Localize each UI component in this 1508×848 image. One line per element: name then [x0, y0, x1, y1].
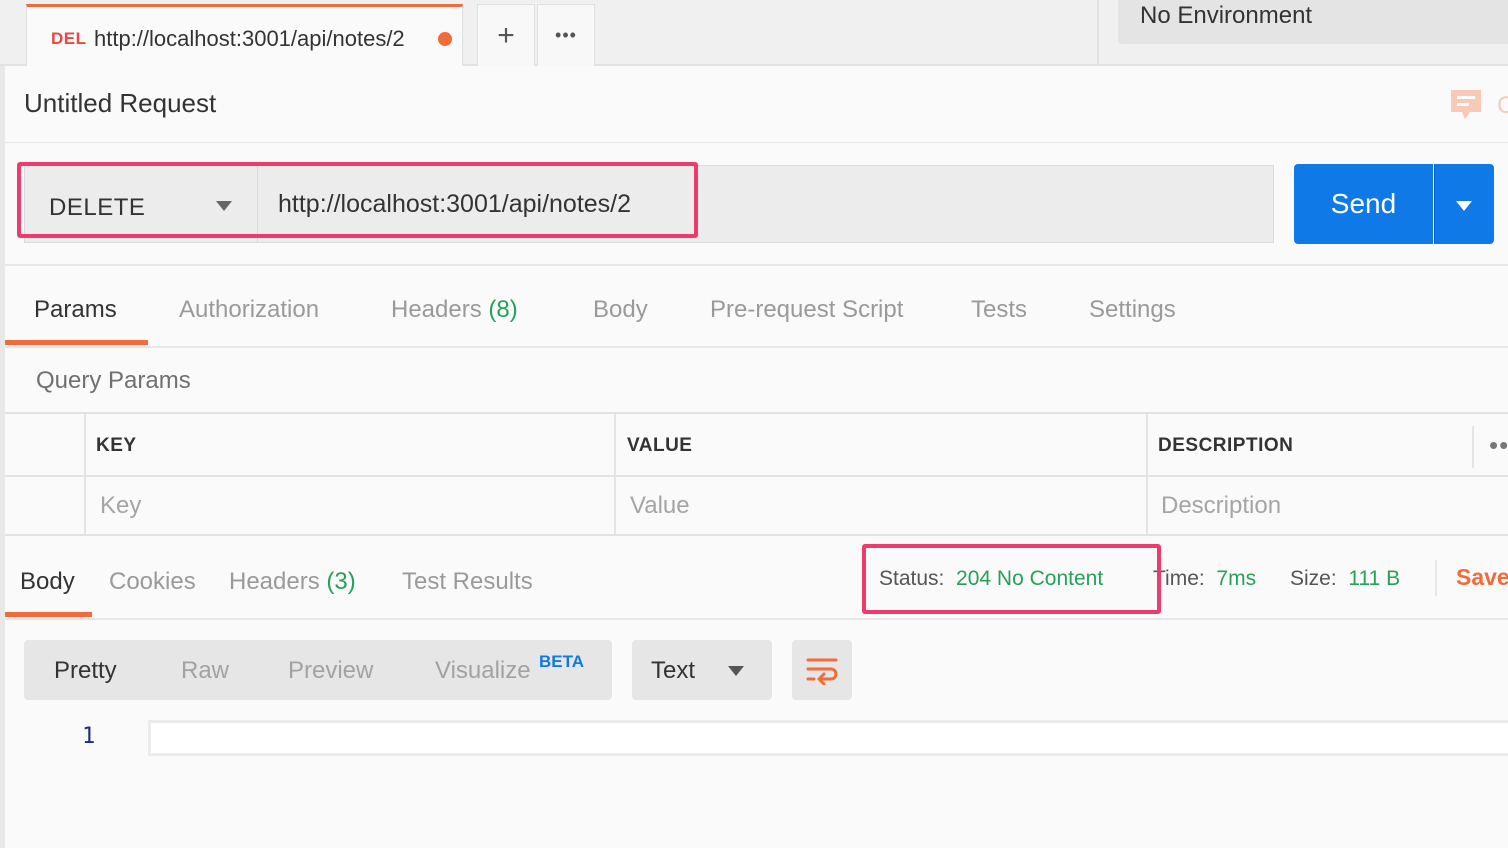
divider: [1435, 560, 1437, 596]
divider: [5, 264, 1508, 266]
unsaved-indicator-dot: [438, 32, 452, 46]
tab-authorization-label: Authorization: [179, 296, 320, 323]
more-horizontal-icon[interactable]: ••: [1489, 430, 1508, 461]
environment-select-label: No Environment: [1140, 2, 1313, 29]
response-tab-cookies[interactable]: Cookies: [109, 568, 196, 596]
response-tab-test-results-label: Test Results: [402, 568, 533, 595]
value-input[interactable]: Value: [630, 492, 690, 520]
plus-icon: +: [497, 18, 515, 52]
divider: [5, 346, 1508, 348]
query-params-table: KEY VALUE DESCRIPTION •• Key Value Descr…: [5, 412, 1508, 536]
description-input[interactable]: Description: [1161, 492, 1281, 520]
view-mode-pretty[interactable]: Pretty: [54, 657, 117, 685]
response-tab-body-label: Body: [20, 568, 75, 595]
tab-tests-label: Tests: [971, 296, 1028, 323]
view-mode-visualize[interactable]: Visualize: [435, 657, 531, 685]
tab-method-badge: DEL: [51, 29, 87, 48]
send-options-button[interactable]: [1434, 164, 1494, 244]
active-tab-indicator: [5, 612, 92, 617]
caret-down-icon: [728, 666, 744, 676]
column-divider: [614, 414, 616, 536]
tab-params-label: Params: [34, 296, 117, 323]
query-params-title: Query Params: [36, 367, 191, 394]
response-body-editor[interactable]: [148, 720, 1508, 756]
column-divider: [1472, 426, 1474, 468]
tab-pre-request-script[interactable]: Pre-request Script: [710, 296, 903, 324]
tab-tests[interactable]: Tests: [971, 296, 1027, 324]
response-time: Time: 7ms: [1153, 567, 1256, 591]
tab-headers-label: Headers: [391, 296, 482, 323]
tab-settings[interactable]: Settings: [1089, 296, 1176, 324]
column-header-description: DESCRIPTION: [1158, 435, 1294, 456]
format-select[interactable]: Text: [632, 640, 772, 700]
tab-body-label: Body: [593, 296, 648, 323]
view-mode-raw[interactable]: Raw: [181, 657, 229, 685]
response-tab-headers-label: Headers: [229, 568, 320, 595]
format-select-value: Text: [651, 657, 696, 684]
beta-badge: BETA: [539, 652, 585, 671]
time-value: 7ms: [1216, 567, 1257, 590]
environment-select[interactable]: No Environment: [1118, 0, 1508, 44]
tab-authorization[interactable]: Authorization: [179, 296, 319, 324]
tab-bar: DEL http://localhost:3001/api/notes/2 + …: [0, 0, 1508, 66]
column-header-value: VALUE: [627, 435, 693, 456]
tab-body[interactable]: Body: [593, 296, 648, 324]
tab-options-button[interactable]: •••: [537, 4, 595, 66]
annotation-highlight-request: [17, 162, 698, 238]
caret-down-icon: [1456, 201, 1472, 211]
response-size: Size: 111 B: [1290, 567, 1400, 591]
new-tab-button[interactable]: +: [477, 4, 535, 66]
column-divider: [1146, 414, 1148, 536]
tab-settings-label: Settings: [1089, 296, 1176, 323]
line-number: 1: [82, 724, 96, 749]
request-tab-active[interactable]: DEL http://localhost:3001/api/notes/2: [26, 4, 463, 66]
wrap-lines-button[interactable]: [792, 640, 852, 700]
tab-pre-request-script-label: Pre-request Script: [710, 296, 904, 323]
comments-label-partial: C: [1497, 92, 1508, 119]
key-input[interactable]: Key: [100, 492, 141, 520]
size-label: Size:: [1290, 567, 1337, 590]
divider: [1097, 0, 1099, 66]
response-tab-headers[interactable]: Headers (3): [229, 568, 356, 596]
annotation-highlight-status: [862, 544, 1161, 614]
comment-icon[interactable]: [1448, 88, 1484, 127]
column-header-key: KEY: [96, 435, 137, 456]
divider: [5, 618, 1508, 620]
tab-headers[interactable]: Headers (8): [391, 296, 518, 324]
column-divider: [84, 414, 86, 536]
send-button-label: Send: [1330, 188, 1397, 219]
view-mode-preview[interactable]: Preview: [288, 657, 373, 685]
response-tab-test-results[interactable]: Test Results: [402, 568, 533, 596]
size-value: 111 B: [1348, 567, 1401, 590]
view-mode-group: Pretty Raw Preview Visualize BETA: [24, 640, 612, 700]
divider: [5, 475, 1508, 477]
tab-headers-count: (8): [488, 296, 518, 323]
response-tab-body[interactable]: Body: [20, 568, 75, 596]
response-tab-cookies-label: Cookies: [109, 568, 196, 595]
divider: [5, 142, 1508, 143]
request-title[interactable]: Untitled Request: [24, 88, 216, 119]
active-tab-indicator: [5, 340, 148, 345]
wrap-lines-icon: [806, 658, 838, 685]
send-button[interactable]: Send: [1294, 164, 1433, 244]
response-tab-headers-count: (3): [326, 568, 356, 595]
more-horizontal-icon: •••: [555, 25, 577, 45]
tab-params[interactable]: Params: [34, 296, 117, 324]
tab-title: http://localhost:3001/api/notes/2: [94, 26, 405, 51]
save-response-button[interactable]: Save: [1456, 564, 1508, 591]
